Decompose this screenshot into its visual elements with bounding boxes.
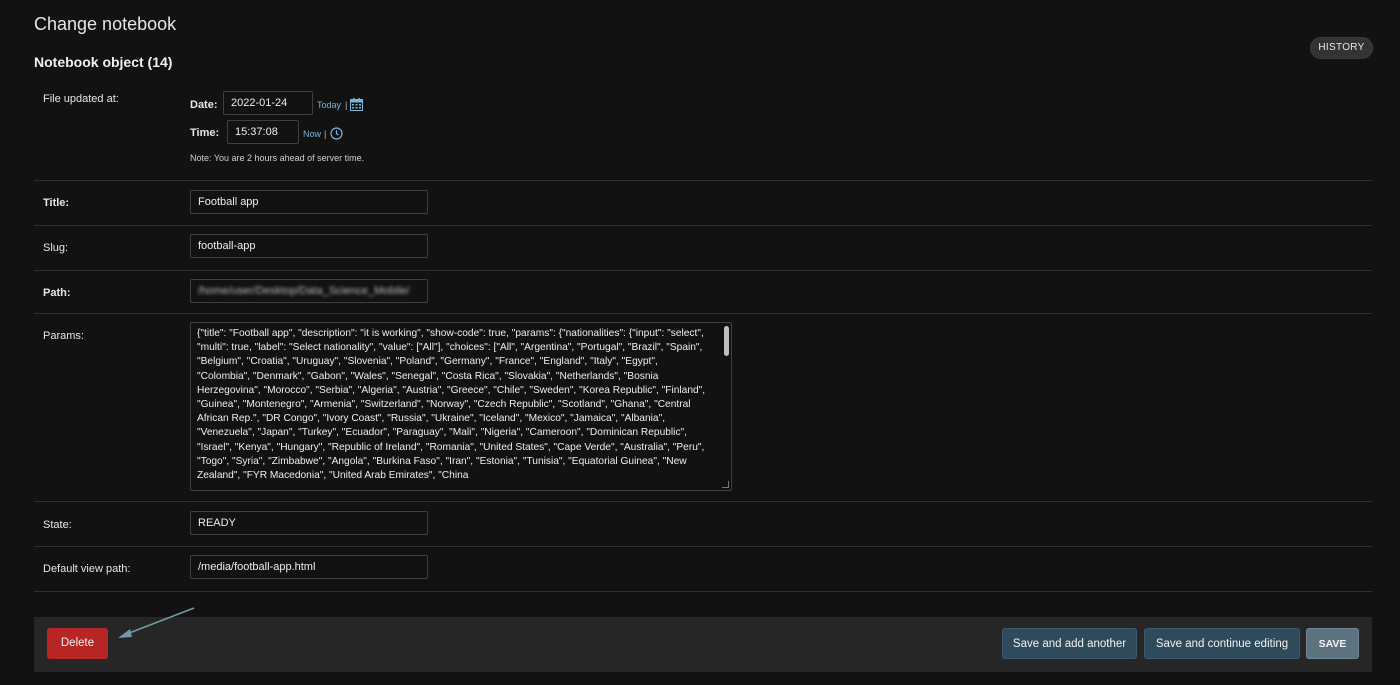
path-value: /home/user/Desktop/Data_Science_Mobile/ xyxy=(198,285,410,297)
time-separator: | xyxy=(324,129,327,139)
time-input[interactable]: 15:37:08 xyxy=(227,120,299,144)
state-label: State: xyxy=(43,519,72,531)
slug-input[interactable]: football-app xyxy=(190,234,428,258)
save-button[interactable]: SAVE xyxy=(1306,628,1359,659)
default-view-path-label: Default view path: xyxy=(43,563,131,575)
params-scrollbar[interactable] xyxy=(724,326,729,356)
params-resize-handle[interactable] xyxy=(722,481,729,488)
clock-icon[interactable] xyxy=(330,127,343,145)
params-textarea[interactable]: {"title": "Football app", "description":… xyxy=(190,322,732,491)
field-row-title: Title: Football app xyxy=(34,181,1372,226)
arrow-annotation-icon xyxy=(110,605,200,646)
timezone-note: Note: You are 2 hours ahead of server ti… xyxy=(190,153,365,163)
history-button[interactable]: HISTORY xyxy=(1310,37,1373,59)
params-text: {"title": "Football app", "description":… xyxy=(197,328,706,482)
path-input[interactable]: /home/user/Desktop/Data_Science_Mobile/ xyxy=(190,279,428,303)
page-title: Change notebook xyxy=(34,14,177,34)
field-row-path: Path: /home/user/Desktop/Data_Science_Mo… xyxy=(34,271,1372,314)
date-input[interactable]: 2022-01-24 xyxy=(223,91,313,115)
save-add-another-button[interactable]: Save and add another xyxy=(1002,628,1137,659)
delete-button[interactable]: Delete xyxy=(47,628,108,659)
time-label: Time: xyxy=(190,127,220,139)
date-separator: | xyxy=(345,100,348,110)
date-label: Date: xyxy=(190,99,218,111)
state-input[interactable]: READY xyxy=(190,511,428,535)
now-link[interactable]: Now xyxy=(303,129,321,139)
submit-row: Delete Save and add another Save and con… xyxy=(34,617,1372,672)
calendar-icon[interactable] xyxy=(350,98,363,116)
save-continue-editing-button[interactable]: Save and continue editing xyxy=(1144,628,1300,659)
default-view-path-input[interactable]: /media/football-app.html xyxy=(190,555,428,579)
field-row-default-view-path: Default view path: /media/football-app.h… xyxy=(34,547,1372,592)
field-row-state: State: READY xyxy=(34,502,1372,547)
title-label: Title: xyxy=(43,197,70,209)
file-updated-label: File updated at: xyxy=(43,93,119,105)
object-title: Notebook object (14) xyxy=(34,54,173,70)
title-input[interactable]: Football app xyxy=(190,190,428,214)
path-label: Path: xyxy=(43,287,71,299)
field-row-slug: Slug: football-app xyxy=(34,226,1372,271)
field-row-params: Params: {"title": "Football app", "descr… xyxy=(34,314,1372,502)
slug-label: Slug: xyxy=(43,242,69,254)
field-row-file-updated: File updated at: Date: 2022-01-24 Today … xyxy=(34,84,1372,181)
today-link[interactable]: Today xyxy=(317,100,341,110)
params-label: Params: xyxy=(43,330,84,342)
